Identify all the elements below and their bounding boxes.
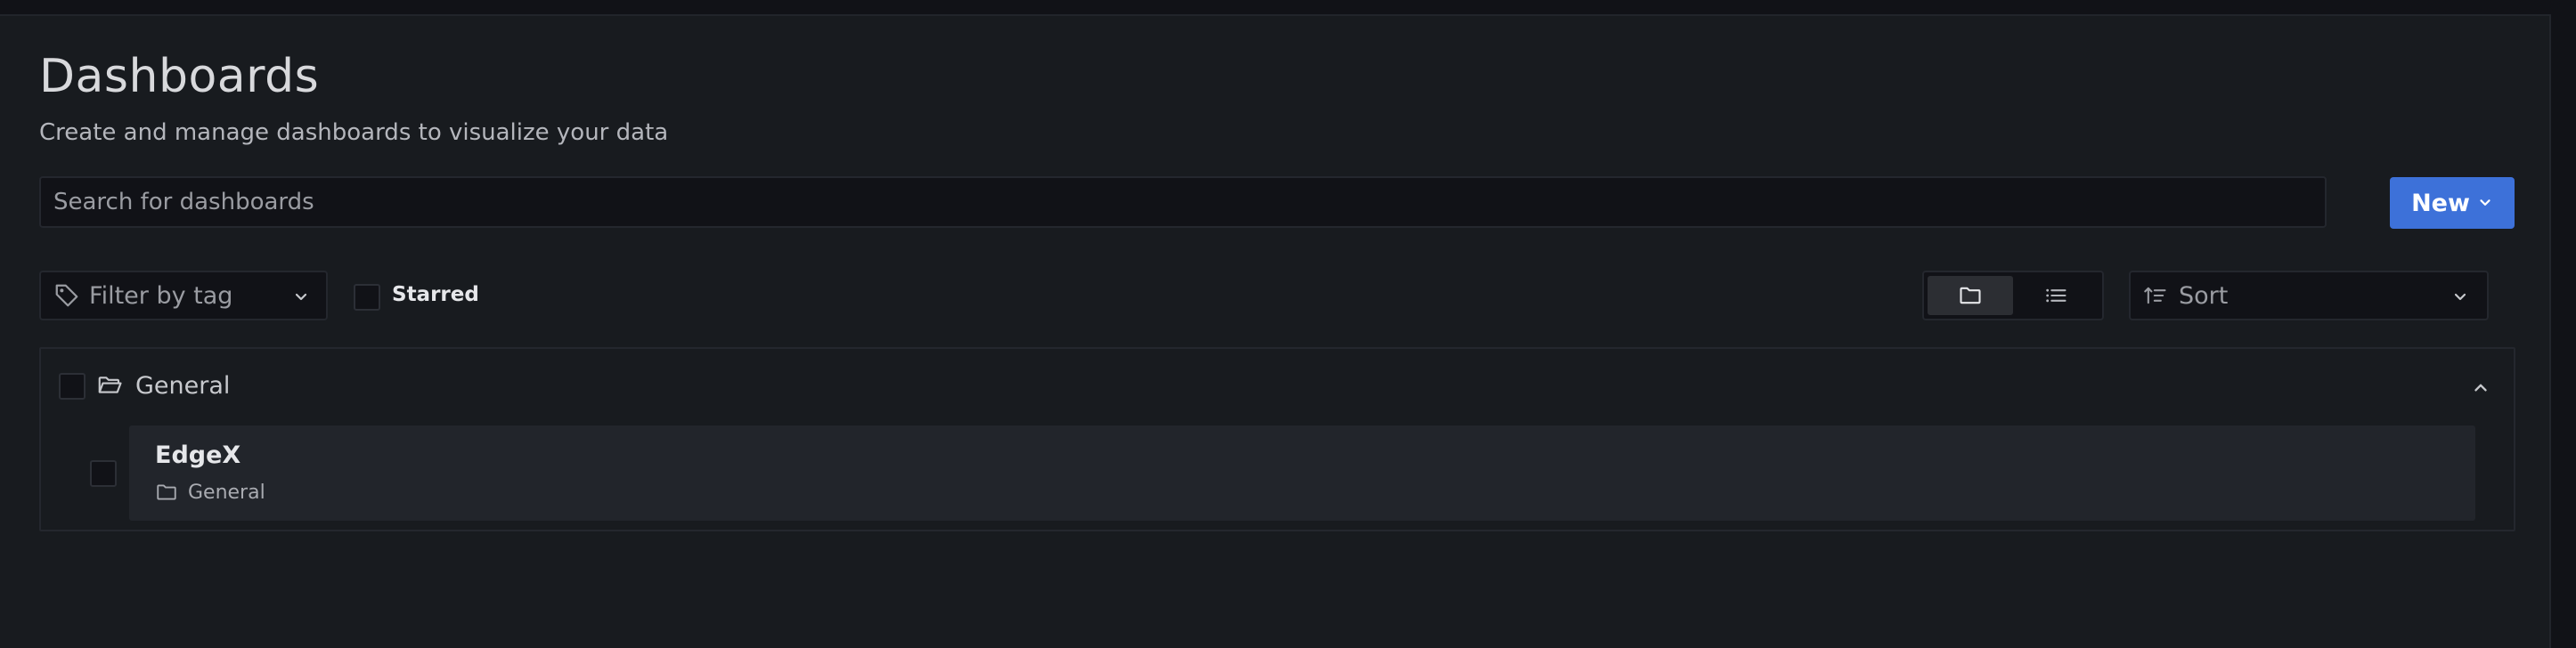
chevron-up-icon[interactable]: [2471, 377, 2490, 397]
sort-ascending-icon: [2144, 287, 2166, 304]
folder-select-checkbox[interactable]: [59, 373, 86, 400]
dashboard-folder-name: General: [188, 482, 265, 504]
tag-filter-select[interactable]: Filter by tag: [39, 271, 328, 320]
sort-placeholder: Sort: [2179, 281, 2229, 310]
dashboard-select-checkbox[interactable]: [90, 460, 117, 487]
folder-icon: [1960, 287, 1981, 304]
dashboard-title[interactable]: EdgeX: [155, 441, 240, 469]
dashboards-page: [0, 14, 2551, 648]
starred-checkbox[interactable]: [354, 284, 380, 311]
folder-view-button[interactable]: [1928, 276, 2013, 315]
starred-label: Starred: [392, 283, 479, 306]
sort-select[interactable]: Sort: [2129, 271, 2489, 320]
chevron-down-icon: [295, 293, 307, 301]
new-button-label: New: [2411, 189, 2470, 217]
page-subtitle: Create and manage dashboards to visualiz…: [39, 119, 669, 146]
folder-name[interactable]: General: [135, 372, 230, 400]
top-strip: [0, 0, 2576, 14]
page-title: Dashboards: [39, 50, 320, 103]
chevron-down-icon: [2454, 293, 2466, 301]
chevron-down-icon: [2480, 199, 2490, 206]
tag-icon: [55, 284, 78, 307]
view-mode-toggle: [1922, 271, 2104, 320]
folder-icon: [157, 484, 176, 500]
right-strip: [2551, 0, 2576, 648]
list-icon: [2046, 288, 2067, 303]
new-button[interactable]: New: [2390, 177, 2515, 229]
folder-open-icon: [98, 377, 122, 393]
tag-filter-placeholder: Filter by tag: [89, 281, 233, 310]
search-input[interactable]: [39, 176, 2327, 228]
list-view-button[interactable]: [2013, 276, 2099, 315]
dashboard-list-item[interactable]: [129, 425, 2475, 521]
